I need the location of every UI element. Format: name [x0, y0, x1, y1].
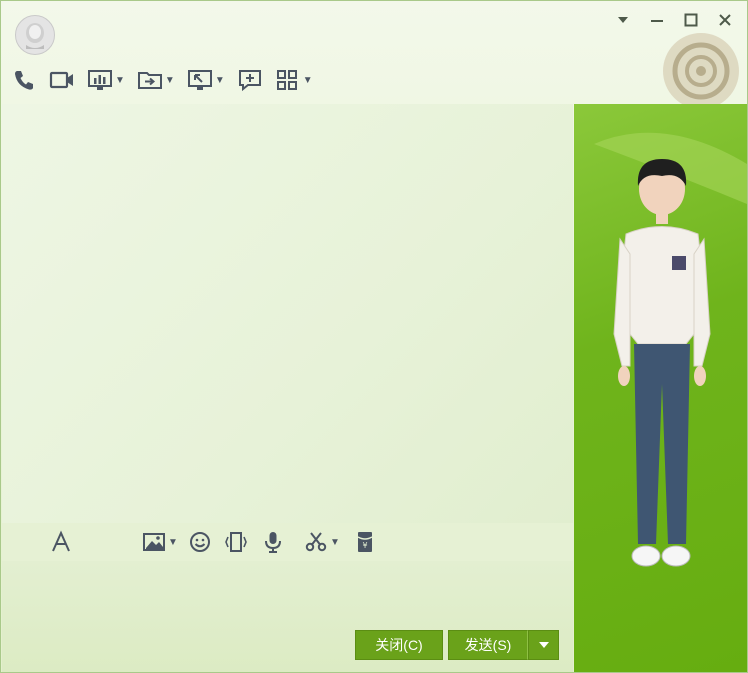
chevron-down-icon[interactable]: ▼ — [215, 75, 225, 86]
dropdown-icon[interactable] — [611, 9, 635, 31]
send-button-label: 发送(S) — [464, 637, 512, 653]
remote-desktop-button[interactable]: ▼ — [187, 67, 225, 93]
screenshot-button[interactable]: ▼ — [304, 528, 340, 556]
main-toolbar: ▼ ▼ ▼ ▼ — [11, 67, 313, 93]
red-packet-button[interactable]: ¥ — [353, 528, 377, 556]
remote-desktop-icon — [187, 70, 212, 90]
video-call-button[interactable] — [49, 67, 75, 93]
chat-window: ▼ ▼ ▼ ▼ ▼ ▼ ¥ 关闭(C) 发送(S) — [0, 0, 748, 673]
apps-button[interactable]: ▼ — [275, 67, 313, 93]
shake-button[interactable] — [224, 528, 248, 556]
scissors-icon — [305, 532, 327, 552]
chevron-down-icon[interactable]: ▼ — [330, 537, 340, 548]
default-avatar-icon — [26, 23, 44, 49]
chevron-down-icon[interactable]: ▼ — [168, 537, 178, 548]
image-icon — [143, 533, 165, 551]
red-packet-icon: ¥ — [357, 532, 373, 552]
show-panel — [574, 104, 747, 672]
file-transfer-icon — [137, 72, 162, 89]
chevron-down-icon[interactable]: ▼ — [303, 75, 313, 86]
chevron-down-icon — [538, 642, 549, 648]
new-discussion-icon — [238, 70, 261, 92]
microphone-icon — [265, 532, 281, 553]
font-icon — [52, 530, 70, 552]
send-button[interactable]: 发送(S) — [448, 630, 528, 660]
screen-share-button[interactable]: ▼ — [87, 67, 125, 93]
image-button[interactable]: ▼ — [142, 528, 178, 556]
avatar[interactable] — [15, 15, 55, 55]
close-button-label: 关闭(C) — [375, 637, 423, 653]
apps-grid-icon — [276, 70, 297, 90]
phone-icon — [15, 71, 33, 90]
file-transfer-button[interactable]: ▼ — [137, 67, 175, 93]
font-button[interactable] — [49, 528, 73, 556]
video-icon — [49, 71, 73, 89]
shake-icon — [225, 532, 247, 552]
emoji-button[interactable] — [188, 528, 212, 556]
voice-message-button[interactable] — [261, 528, 285, 556]
svg-text:¥: ¥ — [362, 541, 367, 550]
input-toolbar: ▼ ▼ ¥ — [2, 523, 573, 561]
screen-share-icon — [88, 70, 112, 90]
send-options-button[interactable] — [528, 630, 559, 660]
chevron-down-icon[interactable]: ▼ — [115, 75, 125, 86]
voice-call-button[interactable] — [11, 67, 37, 93]
chevron-down-icon[interactable]: ▼ — [165, 75, 175, 86]
close-button[interactable]: 关闭(C) — [355, 630, 443, 660]
title-bar — [1, 1, 747, 61]
message-history[interactable] — [2, 104, 573, 524]
avatar-show-figure — [594, 132, 747, 567]
emoji-icon — [190, 532, 210, 552]
new-discussion-button[interactable] — [237, 67, 263, 93]
